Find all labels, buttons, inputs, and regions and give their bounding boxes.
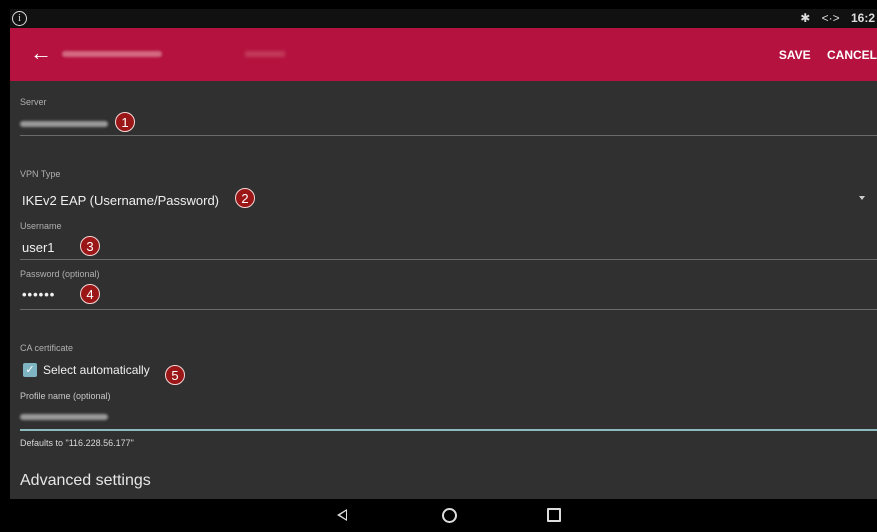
- profile-name-underline: [20, 429, 877, 431]
- username-label: Username: [20, 221, 62, 231]
- nav-home-icon[interactable]: [442, 508, 457, 523]
- server-label: Server: [20, 97, 47, 107]
- badge-2: 2: [235, 188, 255, 208]
- password-underline: [20, 309, 877, 310]
- clock: 16:2: [850, 11, 875, 25]
- password-input[interactable]: ••••••: [22, 287, 55, 302]
- navigation-bar: [10, 499, 877, 532]
- app-bar: ← SAVE CANCEL: [10, 28, 877, 81]
- badge-4: 4: [80, 284, 100, 304]
- profile-name-label: Profile name (optional): [20, 391, 111, 401]
- vpn-form: Server 1 VPN Type IKEv2 EAP (Username/Pa…: [10, 81, 877, 499]
- redacted-title-extra: [245, 51, 285, 57]
- password-label: Password (optional): [20, 269, 100, 279]
- bluetooth-icon: ✱: [800, 11, 811, 25]
- badge-3: 3: [80, 236, 100, 256]
- redacted-profile-name[interactable]: [20, 414, 108, 420]
- back-arrow-icon[interactable]: ←: [30, 42, 52, 64]
- vpn-type-select[interactable]: IKEv2 EAP (Username/Password): [22, 193, 219, 208]
- username-input[interactable]: user1: [22, 240, 55, 255]
- cancel-button[interactable]: CANCEL: [827, 48, 877, 62]
- redacted-server-value[interactable]: [20, 121, 108, 127]
- select-automatically-label[interactable]: Select automatically: [43, 363, 150, 377]
- profile-name-helper: Defaults to "116.228.56.177": [20, 438, 134, 448]
- nav-back-icon[interactable]: [337, 509, 347, 521]
- save-button[interactable]: SAVE: [779, 48, 811, 62]
- redacted-title: [62, 51, 162, 57]
- nav-recents-icon[interactable]: [547, 508, 561, 522]
- select-automatically-checkbox[interactable]: ✓: [23, 363, 37, 377]
- ca-certificate-label: CA certificate: [20, 343, 74, 353]
- vpn-icon: <·>: [821, 11, 840, 25]
- status-bar: i ✱ <·> 16:2: [10, 9, 877, 28]
- vpn-type-label: VPN Type: [20, 169, 61, 179]
- badge-5: 5: [165, 365, 185, 385]
- badge-1: 1: [115, 112, 135, 132]
- status-indicators: ✱ <·> 16:2: [792, 11, 875, 25]
- advanced-settings-link[interactable]: Advanced settings: [20, 472, 151, 490]
- info-icon: i: [12, 11, 27, 26]
- username-underline: [20, 259, 877, 260]
- chevron-down-icon[interactable]: [859, 196, 865, 200]
- server-underline: [20, 135, 877, 136]
